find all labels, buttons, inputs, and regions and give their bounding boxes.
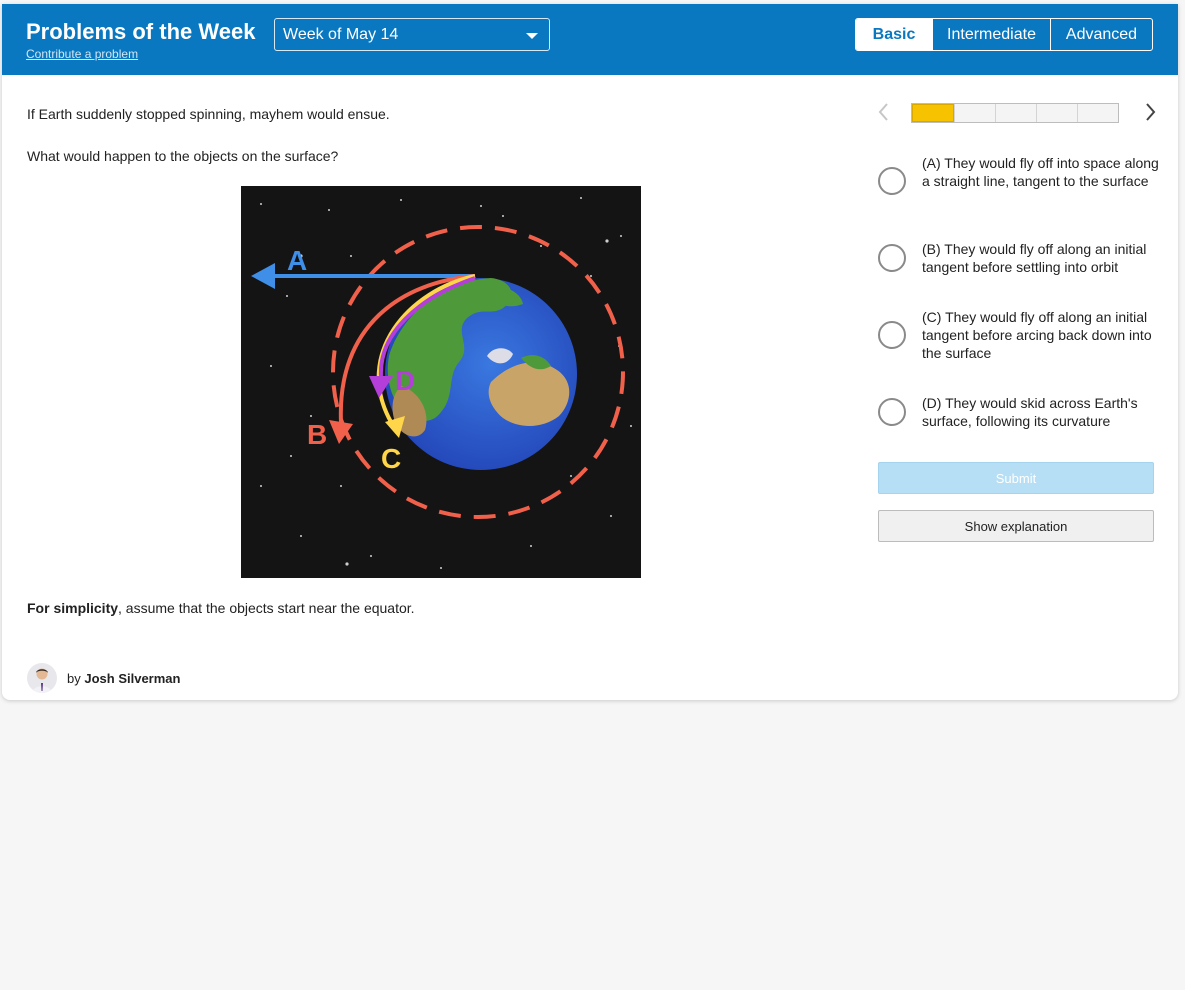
- progress-segment: [1077, 104, 1118, 122]
- chevron-left-icon: [878, 103, 888, 121]
- next-button[interactable]: [1142, 100, 1158, 124]
- show-explanation-button[interactable]: Show explanation: [878, 510, 1154, 542]
- option-c-label: (C) They would fly off along an initial …: [922, 309, 1152, 361]
- person-icon: [32, 668, 52, 693]
- author-prefix: by: [67, 670, 81, 686]
- problem-card: Problems of the Week Contribute a proble…: [2, 4, 1178, 700]
- option-d-label: (D) They would skid across Earth's surfa…: [922, 395, 1138, 429]
- option-c-radio[interactable]: [878, 321, 906, 349]
- tab-intermediate[interactable]: Intermediate: [932, 19, 1050, 50]
- page-title: Problems of the Week: [26, 19, 256, 44]
- progress-segment: [1036, 104, 1077, 122]
- label-b: B: [307, 419, 327, 450]
- week-select-value: Week of May 14: [283, 26, 399, 43]
- note-rest: , assume that the objects start near the…: [118, 600, 415, 616]
- simplicity-note: For simplicity, assume that the objects …: [27, 600, 415, 616]
- question-prompt: What would happen to the objects on the …: [27, 148, 339, 164]
- earth-diagram: A B C D: [241, 186, 641, 578]
- author-byline: by Josh Silverman: [67, 671, 180, 686]
- progress-segment: [995, 104, 1036, 122]
- arrow-a: [251, 263, 475, 289]
- level-tabs: Basic Intermediate Advanced: [855, 18, 1153, 51]
- author-name: Josh Silverman: [84, 670, 181, 686]
- question-intro: If Earth suddenly stopped spinning, mayh…: [27, 106, 390, 122]
- note-bold: For simplicity: [27, 600, 119, 616]
- submit-button[interactable]: Submit: [878, 462, 1154, 494]
- chevron-down-icon: [526, 33, 538, 39]
- previous-button[interactable]: [876, 100, 892, 124]
- option-a-radio[interactable]: [878, 167, 906, 195]
- author-line: by Josh Silverman: [27, 663, 180, 693]
- label-a: A: [287, 245, 307, 276]
- earth-diagram-svg: A B C D: [251, 197, 632, 569]
- label-c: C: [381, 443, 401, 474]
- header-bar: Problems of the Week Contribute a proble…: [2, 4, 1178, 75]
- progress-segment: [954, 104, 995, 122]
- option-d-radio[interactable]: [878, 398, 906, 426]
- problem-progress-bar: [911, 103, 1119, 123]
- progress-segment: [912, 104, 954, 122]
- avatar: [27, 663, 57, 693]
- contribute-link[interactable]: Contribute a problem: [26, 47, 138, 61]
- week-select[interactable]: Week of May 14: [274, 18, 550, 51]
- option-a-label: (A) They would fly off into space along …: [922, 155, 1159, 189]
- option-b-radio[interactable]: [878, 244, 906, 272]
- label-d: D: [395, 365, 415, 396]
- tab-basic[interactable]: Basic: [856, 19, 932, 50]
- option-b-label: (B) They would fly off along an initial …: [922, 241, 1147, 275]
- tab-advanced[interactable]: Advanced: [1050, 19, 1152, 50]
- chevron-right-icon: [1146, 103, 1156, 121]
